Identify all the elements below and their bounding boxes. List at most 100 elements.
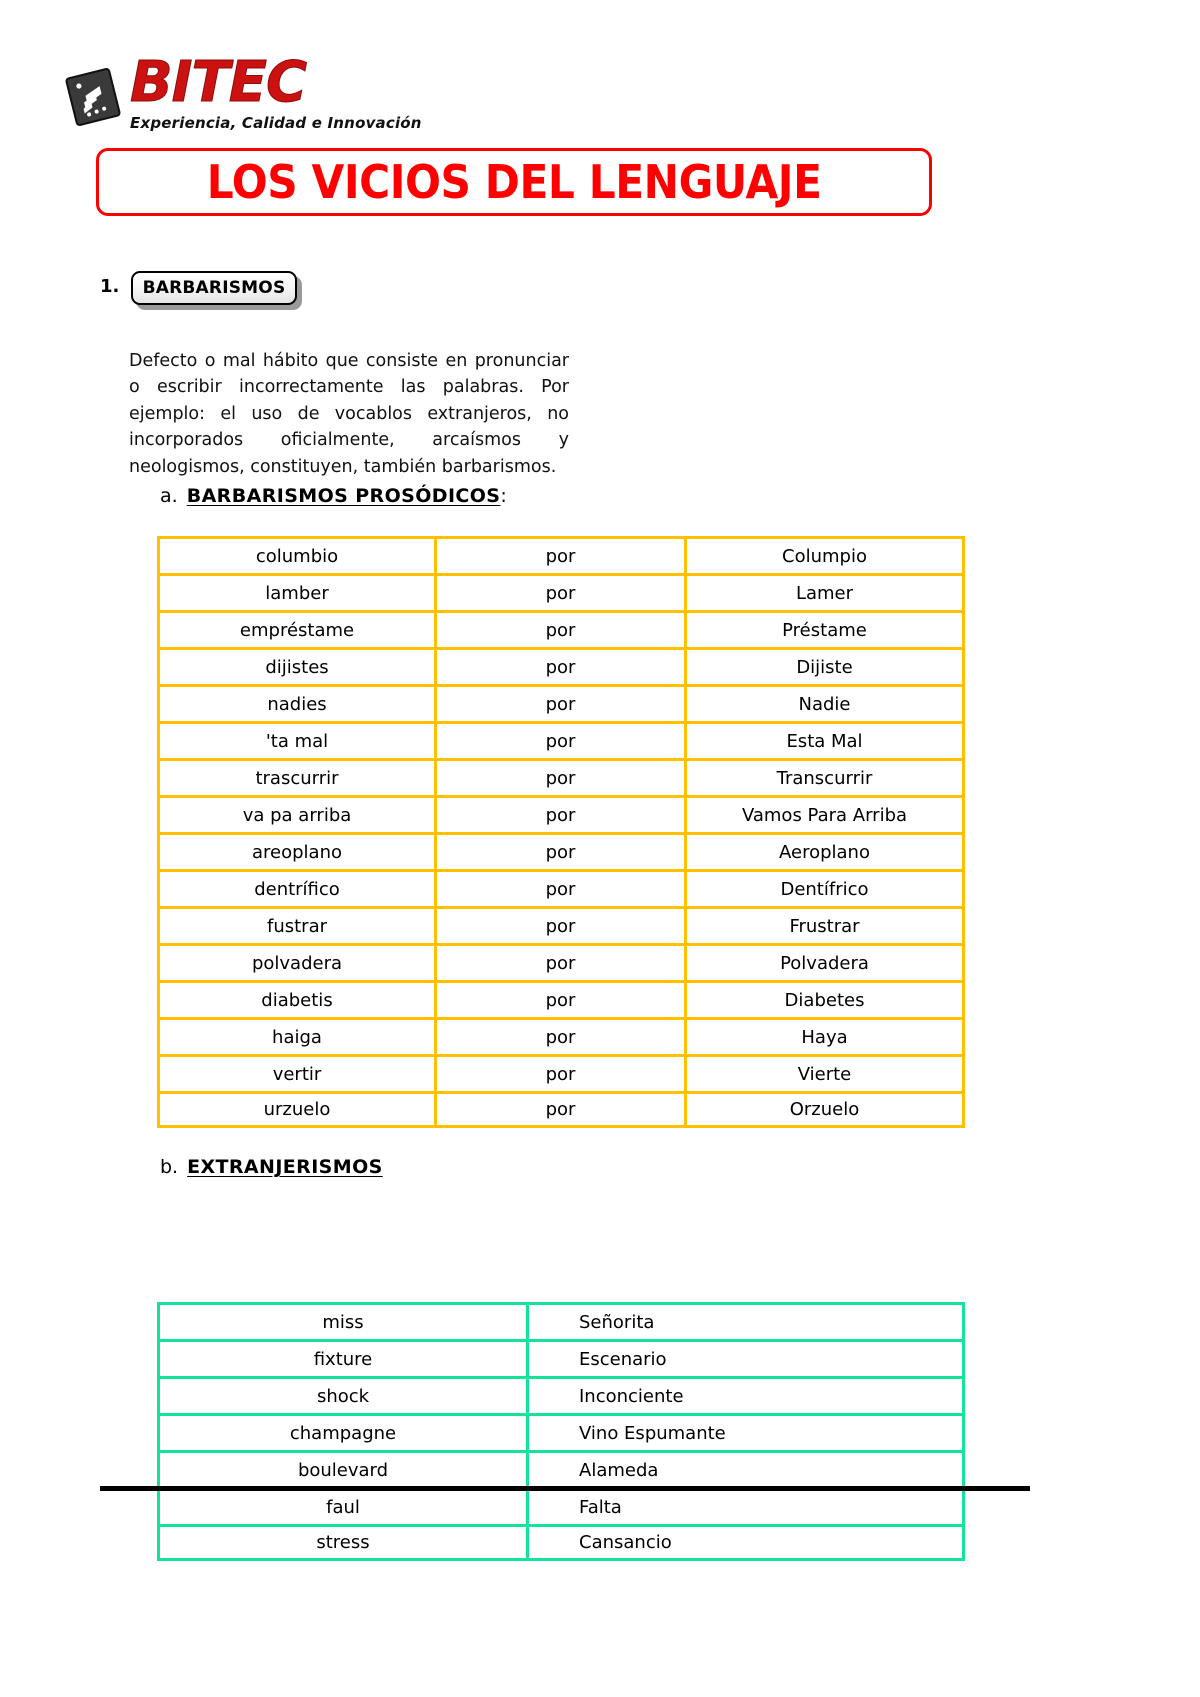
- prosodicos-table: columbio por Columpio lamber por Lamer emprést…: [157, 536, 965, 1128]
- table-row: va pa arriba por Vamos Para Arriba: [157, 795, 965, 832]
- cell-foreign-word: miss: [157, 1302, 529, 1339]
- table-row: stress Cansancio: [157, 1524, 965, 1561]
- cell-connector: por: [437, 869, 687, 906]
- cell-connector: por: [437, 943, 687, 980]
- cell-connector: por: [437, 832, 687, 869]
- extranjerismos-table: miss Señorita fixture Escenario shock Inconci…: [157, 1302, 965, 1561]
- cell-correct-word: Orzuelo: [687, 1091, 965, 1128]
- cell-incorrect-word: dentrífico: [157, 869, 437, 906]
- cell-incorrect-word: va pa arriba: [157, 795, 437, 832]
- cell-connector: por: [437, 795, 687, 832]
- table-row: diabetis por Diabetes: [157, 980, 965, 1017]
- cell-correct-word: Haya: [687, 1017, 965, 1054]
- table-row: faul Falta: [157, 1487, 965, 1524]
- cell-spanish-equivalent: Falta: [529, 1487, 965, 1524]
- table-row: boulevard Alameda: [157, 1450, 965, 1487]
- cell-spanish-equivalent: Inconciente: [529, 1376, 965, 1413]
- subsection-heading-a: a. BARBARISMOS PROSÓDICOS:: [160, 485, 507, 507]
- table-row: fustrar por Frustrar: [157, 906, 965, 943]
- cell-correct-word: Préstame: [687, 610, 965, 647]
- table-row: shock Inconciente: [157, 1376, 965, 1413]
- cell-connector: por: [437, 1017, 687, 1054]
- cell-spanish-equivalent: Alameda: [529, 1450, 965, 1487]
- subsection-heading-b: b. EXTRANJERISMOS: [160, 1156, 383, 1178]
- cell-connector: por: [437, 906, 687, 943]
- footer-divider: [100, 1486, 1030, 1491]
- cell-correct-word: Esta Mal: [687, 721, 965, 758]
- cell-incorrect-word: trascurrir: [157, 758, 437, 795]
- cell-connector: por: [437, 758, 687, 795]
- cell-correct-word: Aeroplano: [687, 832, 965, 869]
- cell-connector: por: [437, 684, 687, 721]
- cell-incorrect-word: fustrar: [157, 906, 437, 943]
- cell-foreign-word: boulevard: [157, 1450, 529, 1487]
- page-title-banner: LOS VICIOS DEL LENGUAJE: [96, 148, 932, 216]
- status-badge: BARBARISMOS: [131, 271, 297, 305]
- cell-incorrect-word: 'ta mal: [157, 721, 437, 758]
- cell-connector: por: [437, 573, 687, 610]
- cell-incorrect-word: lamber: [157, 573, 437, 610]
- cell-correct-word: Columpio: [687, 536, 965, 573]
- cell-foreign-word: shock: [157, 1376, 529, 1413]
- section-number: 1.: [100, 276, 120, 297]
- definition-paragraph: Defecto o mal hábito que consiste en pro…: [129, 350, 569, 477]
- table-row: columbio por Columpio: [157, 536, 965, 573]
- cell-spanish-equivalent: Cansancio: [529, 1524, 965, 1561]
- cell-foreign-word: faul: [157, 1487, 529, 1524]
- table-row: polvadera por Polvadera: [157, 943, 965, 980]
- table-row: nadies por Nadie: [157, 684, 965, 721]
- cell-foreign-word: fixture: [157, 1339, 529, 1376]
- table-row: dentrífico por Dentífrico: [157, 869, 965, 906]
- badge-label: BARBARISMOS: [142, 278, 286, 298]
- logo-text: BITEC Experiencia, Calidad e Innovación: [130, 50, 422, 132]
- cell-incorrect-word: urzuelo: [157, 1091, 437, 1128]
- cell-spanish-equivalent: Señorita: [529, 1302, 965, 1339]
- cell-connector: por: [437, 610, 687, 647]
- cell-correct-word: Polvadera: [687, 943, 965, 980]
- bitec-cube-icon: [65, 68, 121, 126]
- cell-foreign-word: stress: [157, 1524, 529, 1561]
- cell-incorrect-word: empréstame: [157, 610, 437, 647]
- table-row: fixture Escenario: [157, 1339, 965, 1376]
- table-row: areoplano por Aeroplano: [157, 832, 965, 869]
- cell-incorrect-word: vertir: [157, 1054, 437, 1091]
- table-row: miss Señorita: [157, 1302, 965, 1339]
- cell-correct-word: Diabetes: [687, 980, 965, 1017]
- cell-spanish-equivalent: Escenario: [529, 1339, 965, 1376]
- subsection-suffix-a: :: [500, 485, 507, 507]
- cell-correct-word: Vamos Para Arriba: [687, 795, 965, 832]
- cell-connector: por: [437, 721, 687, 758]
- cell-connector: por: [437, 647, 687, 684]
- logo-wordmark: BITEC: [130, 50, 308, 115]
- cell-foreign-word: champagne: [157, 1413, 529, 1450]
- table-row: haiga por Haya: [157, 1017, 965, 1054]
- cell-correct-word: Frustrar: [687, 906, 965, 943]
- table-row: lamber por Lamer: [157, 573, 965, 610]
- prosodicos-table-body: columbio por Columpio lamber por Lamer emprést…: [157, 536, 965, 1128]
- document-page: BITEC Experiencia, Calidad e Innovación …: [0, 0, 1200, 1697]
- cell-incorrect-word: areoplano: [157, 832, 437, 869]
- cell-correct-word: Vierte: [687, 1054, 965, 1091]
- cell-incorrect-word: nadies: [157, 684, 437, 721]
- brand-logo: BITEC Experiencia, Calidad e Innovación: [62, 50, 482, 148]
- table-row: vertir por Vierte: [157, 1054, 965, 1091]
- cell-correct-word: Dijiste: [687, 647, 965, 684]
- cell-correct-word: Lamer: [687, 573, 965, 610]
- page-title: LOS VICIOS DEL LENGUAJE: [206, 155, 822, 209]
- extranjerismos-table-body: miss Señorita fixture Escenario shock Inconci…: [157, 1302, 965, 1561]
- subsection-letter-a: a.: [160, 485, 178, 507]
- cell-correct-word: Transcurrir: [687, 758, 965, 795]
- subsection-letter-b: b.: [160, 1156, 179, 1178]
- cell-connector: por: [437, 1054, 687, 1091]
- table-row: 'ta mal por Esta Mal: [157, 721, 965, 758]
- cell-correct-word: Nadie: [687, 684, 965, 721]
- cell-incorrect-word: columbio: [157, 536, 437, 573]
- cell-incorrect-word: diabetis: [157, 980, 437, 1017]
- cell-connector: por: [437, 536, 687, 573]
- cell-incorrect-word: haiga: [157, 1017, 437, 1054]
- table-row: champagne Vino Espumante: [157, 1413, 965, 1450]
- subsection-title-b: EXTRANJERISMOS: [187, 1156, 383, 1178]
- table-row: empréstame por Préstame: [157, 610, 965, 647]
- subsection-title-a: BARBARISMOS PROSÓDICOS: [186, 485, 501, 507]
- table-row: dijistes por Dijiste: [157, 647, 965, 684]
